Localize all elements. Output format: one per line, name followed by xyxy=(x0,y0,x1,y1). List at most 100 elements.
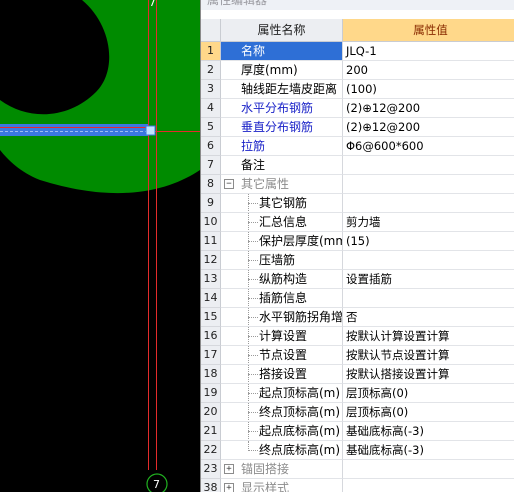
group-name[interactable]: + 显示样式 xyxy=(221,479,343,492)
collapse-toggle-icon[interactable]: − xyxy=(224,179,234,189)
property-row-cover[interactable]: 11 保护层厚度(mm) (15) xyxy=(201,232,514,251)
property-value[interactable]: JLQ-1 xyxy=(343,42,514,61)
panel-title: 属性编辑器 xyxy=(201,0,514,10)
header-corner xyxy=(201,19,221,42)
row-number: 6 xyxy=(201,137,221,156)
expand-toggle-icon[interactable]: + xyxy=(224,483,234,492)
property-row-other-rebar[interactable]: 9 其它钢筋 xyxy=(201,194,514,213)
group-label: 其它属性 xyxy=(241,177,290,191)
property-row-start-top-elev[interactable]: 19 起点顶标高(m) 层顶标高(0) xyxy=(201,384,514,403)
property-value[interactable] xyxy=(343,251,514,270)
property-value[interactable]: 基础底标高(-3) xyxy=(343,422,514,441)
property-value[interactable]: 设置插筋 xyxy=(343,270,514,289)
property-row-node-setting[interactable]: 17 节点设置 按默认节点设置计算 xyxy=(201,346,514,365)
property-row-longitudinal[interactable]: 13 纵筋构造 设置插筋 xyxy=(201,270,514,289)
row-number: 10 xyxy=(201,213,221,232)
property-name[interactable]: 终点底标高(m) xyxy=(221,441,343,460)
row-number: 2 xyxy=(201,61,221,80)
property-value[interactable]: 按默认搭接设置计算 xyxy=(343,365,514,384)
property-row-remark[interactable]: 7 备注 xyxy=(201,156,514,175)
axis-label-top: 7 xyxy=(149,0,156,9)
property-value[interactable]: 基础底标高(-3) xyxy=(343,441,514,460)
property-row-end-bottom-elev[interactable]: 22 终点底标高(m) 基础底标高(-3) xyxy=(201,441,514,460)
property-row-corner-add[interactable]: 15 水平钢筋拐角增 否 xyxy=(201,308,514,327)
cad-canvas[interactable]: 7 7 xyxy=(0,0,200,492)
property-value[interactable]: (2)⊕12@200 xyxy=(343,99,514,118)
row-number: 8 xyxy=(201,175,221,194)
row-number: 13 xyxy=(201,270,221,289)
property-value[interactable]: (15) xyxy=(343,232,514,251)
property-row-lap-setting[interactable]: 18 搭接设置 按默认搭接设置计算 xyxy=(201,365,514,384)
property-row-horizontal-rebar[interactable]: 4 水平分布钢筋 (2)⊕12@200 xyxy=(201,99,514,118)
property-value[interactable]: (100) xyxy=(343,80,514,99)
property-name[interactable]: 水平分布钢筋 xyxy=(221,99,343,118)
property-row-vertical-rebar[interactable]: 5 垂直分布钢筋 (2)⊕12@200 xyxy=(201,118,514,137)
property-value[interactable]: 层顶标高(0) xyxy=(343,384,514,403)
property-row-calc-setting[interactable]: 16 计算设置 按默认计算设置计算 xyxy=(201,327,514,346)
header-name[interactable]: 属性名称 xyxy=(221,19,343,42)
grip-point[interactable] xyxy=(145,125,156,136)
row-number: 14 xyxy=(201,289,221,308)
property-row-axis-offset[interactable]: 3 轴线距左墙皮距离 (100) xyxy=(201,80,514,99)
property-name[interactable]: 插筋信息 xyxy=(221,289,343,308)
property-name[interactable]: 汇总信息 xyxy=(221,213,343,232)
property-name[interactable]: 轴线距左墙皮距离 xyxy=(221,80,343,99)
selected-wall[interactable] xyxy=(0,124,148,136)
row-number: 5 xyxy=(201,118,221,137)
property-name[interactable]: 起点顶标高(m) xyxy=(221,384,343,403)
property-name[interactable]: 其它钢筋 xyxy=(221,194,343,213)
row-number: 7 xyxy=(201,156,221,175)
curved-wall[interactable] xyxy=(0,0,200,194)
property-group-anchorage[interactable]: 23 + 锚固搭接 xyxy=(201,460,514,479)
row-number: 38 xyxy=(201,479,221,492)
property-row-thickness[interactable]: 2 厚度(mm) 200 xyxy=(201,61,514,80)
property-name[interactable]: 厚度(mm) xyxy=(221,61,343,80)
property-name[interactable]: 水平钢筋拐角增 xyxy=(221,308,343,327)
header-value[interactable]: 属性值 xyxy=(343,19,514,42)
row-number: 11 xyxy=(201,232,221,251)
property-row-dowel-info[interactable]: 14 插筋信息 xyxy=(201,289,514,308)
property-value[interactable] xyxy=(343,289,514,308)
property-name[interactable]: 压墙筋 xyxy=(221,251,343,270)
property-name[interactable]: 终点顶标高(m) xyxy=(221,403,343,422)
property-group-other[interactable]: 8 − 其它属性 xyxy=(201,175,514,194)
property-name[interactable]: 备注 xyxy=(221,156,343,175)
row-number: 21 xyxy=(201,422,221,441)
property-value xyxy=(343,175,514,194)
property-value[interactable]: Φ6@600*600 xyxy=(343,137,514,156)
property-row-press-bar[interactable]: 12 压墙筋 xyxy=(201,251,514,270)
property-value[interactable]: 层顶标高(0) xyxy=(343,403,514,422)
property-value[interactable] xyxy=(343,156,514,175)
property-name[interactable]: 名称 xyxy=(221,42,343,61)
property-name[interactable]: 保护层厚度(mm) xyxy=(221,232,343,251)
row-number: 23 xyxy=(201,460,221,479)
property-name[interactable]: 搭接设置 xyxy=(221,365,343,384)
property-row-summary[interactable]: 10 汇总信息 剪力墙 xyxy=(201,213,514,232)
group-label: 显示样式 xyxy=(241,481,290,492)
property-row-end-top-elev[interactable]: 20 终点顶标高(m) 层顶标高(0) xyxy=(201,403,514,422)
row-number: 18 xyxy=(201,365,221,384)
property-value[interactable]: 否 xyxy=(343,308,514,327)
property-value xyxy=(343,460,514,479)
property-name[interactable]: 起点底标高(m) xyxy=(221,422,343,441)
property-value[interactable] xyxy=(343,194,514,213)
property-name[interactable]: 节点设置 xyxy=(221,346,343,365)
drawing-area[interactable]: 7 7 xyxy=(0,0,200,492)
expand-toggle-icon[interactable]: + xyxy=(224,464,234,474)
property-name[interactable]: 垂直分布钢筋 xyxy=(221,118,343,137)
property-row-tie-bar[interactable]: 6 拉筋 Φ6@600*600 xyxy=(201,137,514,156)
property-group-display-style[interactable]: 38 + 显示样式 xyxy=(201,479,514,492)
property-value[interactable]: 200 xyxy=(343,61,514,80)
property-value[interactable]: 按默认计算设置计算 xyxy=(343,327,514,346)
property-value[interactable]: 按默认节点设置计算 xyxy=(343,346,514,365)
property-row-name[interactable]: 1 名称 JLQ-1 xyxy=(201,42,514,61)
property-row-start-bottom-elev[interactable]: 21 起点底标高(m) 基础底标高(-3) xyxy=(201,422,514,441)
property-value[interactable]: (2)⊕12@200 xyxy=(343,118,514,137)
property-name[interactable]: 计算设置 xyxy=(221,327,343,346)
group-name[interactable]: + 锚固搭接 xyxy=(221,460,343,479)
property-name[interactable]: 纵筋构造 xyxy=(221,270,343,289)
property-value[interactable]: 剪力墙 xyxy=(343,213,514,232)
group-name[interactable]: − 其它属性 xyxy=(221,175,343,194)
property-name[interactable]: 拉筋 xyxy=(221,137,343,156)
row-number: 20 xyxy=(201,403,221,422)
